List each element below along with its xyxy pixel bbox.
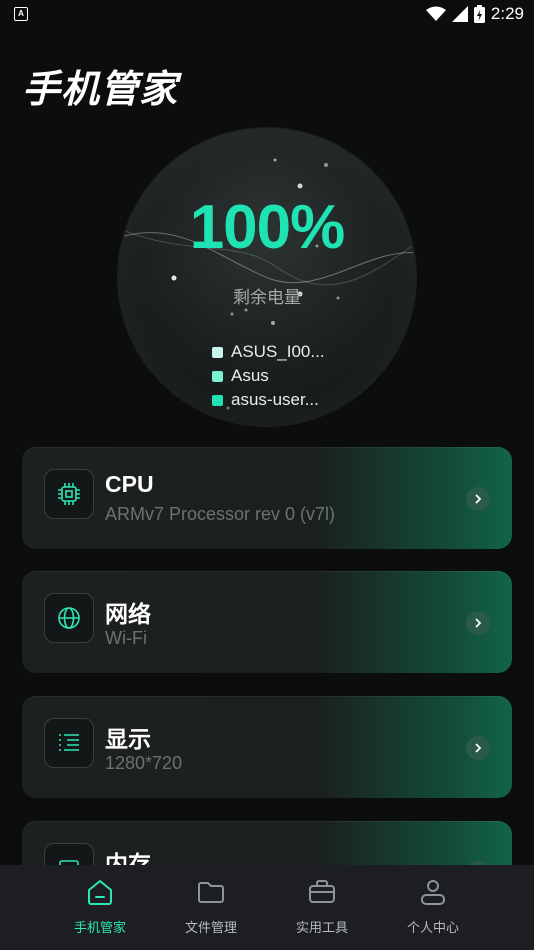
nav-label: 文件管理: [184, 920, 237, 935]
card-title: 网络: [105, 601, 151, 627]
nav-item-tools[interactable]: 实用工具: [267, 875, 377, 936]
chevron-right-icon[interactable]: [466, 611, 490, 635]
battery-orb[interactable]: 100% 剩余电量 ASUS_I00... Asus asus-user...: [118, 128, 416, 426]
device-info-item: Asus: [212, 364, 325, 388]
card-subtitle: Wi-Fi: [105, 628, 147, 648]
bullet-icon: [212, 394, 223, 406]
device-info-item: asus-user...: [212, 388, 325, 412]
device-user: asus-user...: [231, 390, 319, 409]
folder-icon: [156, 875, 266, 909]
page-title: 手机管家: [22, 69, 179, 111]
bullet-icon: [212, 370, 223, 382]
card-title: CPU: [105, 471, 154, 497]
cpu-chip-icon: [44, 469, 94, 519]
wifi-icon: [425, 6, 446, 21]
card-display[interactable]: 显示 1280*720: [22, 696, 512, 798]
home-icon: [45, 875, 155, 909]
status-bar: A 2:29: [0, 0, 534, 28]
battery-label: 剩余电量: [233, 288, 301, 307]
nav-label: 个人中心: [406, 920, 459, 935]
device-info-list: ASUS_I00... Asus asus-user...: [212, 340, 325, 412]
nav-item-home[interactable]: 手机管家: [45, 875, 155, 936]
nav-item-files[interactable]: 文件管理: [156, 875, 266, 936]
signal-icon: [451, 6, 468, 22]
card-network[interactable]: 网络 Wi-Fi: [22, 571, 512, 673]
device-model: ASUS_I00...: [231, 342, 325, 361]
battery-charging-icon: [473, 5, 485, 23]
bullet-icon: [212, 346, 223, 358]
chevron-right-icon[interactable]: [466, 487, 490, 511]
card-cpu[interactable]: CPU ARMv7 Processor rev 0 (v7l): [22, 447, 512, 549]
chevron-right-icon[interactable]: [466, 736, 490, 760]
status-icons: 2:29: [425, 4, 524, 24]
list-lines-icon: [44, 718, 94, 768]
device-info-item: ASUS_I00...: [212, 340, 325, 364]
card-subtitle: 1280*720: [105, 753, 183, 773]
person-icon: [378, 875, 488, 909]
toolbox-icon: [267, 875, 377, 909]
nav-item-profile[interactable]: 个人中心: [378, 875, 488, 936]
battery-percent: 100%: [189, 193, 346, 262]
device-brand: Asus: [231, 366, 269, 385]
nav-label: 手机管家: [73, 920, 126, 935]
bottom-nav: 手机管家 文件管理 实用工具 个人中心: [0, 865, 534, 950]
card-subtitle: ARMv7 Processor rev 0 (v7l): [105, 504, 336, 524]
nav-label: 实用工具: [295, 920, 348, 935]
card-title: 显示: [105, 726, 151, 752]
globe-icon: [44, 593, 94, 643]
notification-icon: A: [14, 7, 28, 21]
clock: 2:29: [490, 4, 524, 23]
